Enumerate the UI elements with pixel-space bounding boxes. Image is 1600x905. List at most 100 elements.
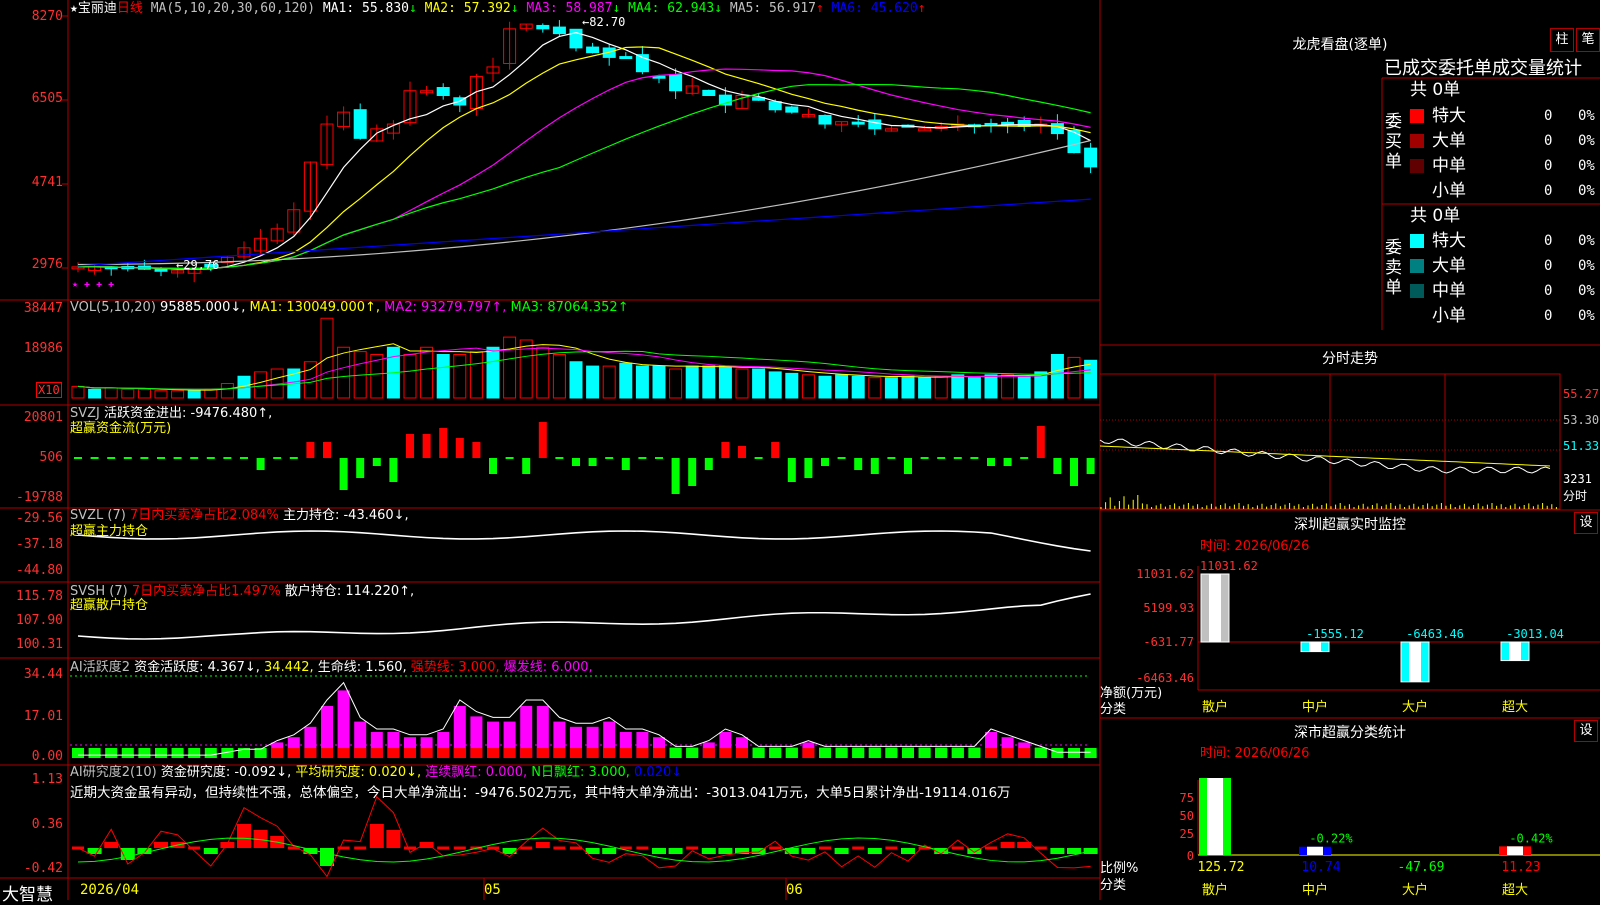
ai-active-base xyxy=(1001,748,1014,758)
ai1-hdr-item-2: 34.442, xyxy=(264,660,318,675)
ai-active-base xyxy=(619,748,632,758)
volume-bar xyxy=(884,377,898,399)
classify-bar-top: -0.42% xyxy=(1509,831,1553,845)
candle xyxy=(353,109,367,139)
svzj-bar xyxy=(339,458,348,490)
ma6-line xyxy=(77,198,1091,267)
ai-active-base xyxy=(603,748,616,758)
row-pct: 0% xyxy=(1578,133,1595,149)
classify-bar-highlight xyxy=(1307,846,1323,855)
classify-y-label: 0 xyxy=(1187,849,1194,863)
ai-summary-text: 近期大资金虽有异动，但持续性不强，总体偏空，今日大单净流出：-9476.502万… xyxy=(70,785,1011,801)
svzj-bar xyxy=(854,458,863,470)
vol-unit-badge[interactable]: X10 xyxy=(36,382,62,398)
svzl-hdr-item-2: 主力持仓: -43.460↓, xyxy=(282,508,409,523)
row-name: 大单 xyxy=(1432,256,1466,276)
volume-bar xyxy=(602,365,616,399)
research-bar xyxy=(320,848,334,866)
ai-active-base xyxy=(835,748,848,758)
ai-active-base xyxy=(387,748,400,758)
ai-active-base xyxy=(1034,748,1047,758)
research-bar xyxy=(104,842,119,848)
ai-active-base xyxy=(453,748,466,758)
brand-label: 大智慧 xyxy=(2,885,53,905)
svzj-header: SVZJ 活跃资金进出: -9476.480↑, xyxy=(70,406,272,422)
volume-bar xyxy=(901,375,915,399)
volume-bar xyxy=(453,354,467,399)
svzj-bar xyxy=(323,442,331,458)
row-count: 0 xyxy=(1544,308,1553,324)
candle xyxy=(586,46,600,54)
volume-bar xyxy=(121,388,135,399)
ai-active-base xyxy=(1084,748,1097,758)
svzj-bar xyxy=(1053,458,1062,474)
vol-hdr-item-1: 95885.000↓, xyxy=(160,300,250,315)
vol-hdr-item-3: MA2: 93279.797↑, xyxy=(384,300,511,315)
svzj-bar xyxy=(688,458,697,486)
monitor-y-label: -631.77 xyxy=(1143,635,1194,649)
ai-active-base xyxy=(819,748,831,758)
ai-active-base xyxy=(653,748,665,758)
svzj-y-label: 506 xyxy=(39,450,63,465)
monitor-bar-highlight xyxy=(1209,574,1221,642)
ai2-hdr-item-3: 连续飘红: 0.000, xyxy=(425,765,532,780)
row-count: 0 xyxy=(1544,183,1553,199)
intraday-y-label: 53.30 xyxy=(1563,413,1599,427)
bar-view-button[interactable]: 柱 xyxy=(1550,28,1574,52)
ai2-hdr-item-5: 0.020↓ xyxy=(634,765,683,780)
low-price-label: ←29.76 xyxy=(176,258,219,272)
main-y-label: 4741 xyxy=(31,175,63,190)
ai-active-base xyxy=(1051,748,1064,758)
candle xyxy=(768,101,782,111)
svzj-bar xyxy=(472,442,481,458)
volume-bar xyxy=(652,365,666,399)
volume-bar xyxy=(635,365,649,399)
ai-active-base xyxy=(636,748,649,758)
monitor-y-label: 11031.62 xyxy=(1136,567,1194,581)
svzl-y-label: -29.56 xyxy=(16,511,63,526)
svzj-bar xyxy=(721,442,730,458)
row-count: 0 xyxy=(1544,233,1553,249)
ai-active-base xyxy=(985,748,997,758)
ma-value-3: MA3: 58.987 xyxy=(518,1,613,16)
ai-active-base xyxy=(155,748,167,758)
ma3-line xyxy=(78,68,1091,270)
ai-active-y-label: 34.44 xyxy=(23,667,63,682)
sell-row-2: 中单 0 0% xyxy=(1410,279,1600,303)
sell-row-1: 大单 0 0% xyxy=(1410,254,1600,278)
ma-params: MA(5,10,20,30,60,120) xyxy=(150,1,316,16)
ai-active-base xyxy=(553,748,566,758)
tick-view-button[interactable]: 笔 xyxy=(1576,28,1600,52)
ai2-hdr-item-2: 平均研究度: 0.020↓, xyxy=(295,765,426,780)
period-label[interactable]: 日线 xyxy=(117,1,143,16)
ai-active-base xyxy=(702,748,715,758)
classify-settings-button[interactable]: 设 xyxy=(1574,720,1598,742)
row-name: 中单 xyxy=(1432,281,1466,301)
research-bar xyxy=(901,848,915,854)
row-name: 小单 xyxy=(1432,306,1466,326)
favorite-star-icon[interactable]: ★ xyxy=(70,1,78,16)
svzj-bar xyxy=(787,458,796,482)
svzj-bar xyxy=(455,438,464,458)
ma-arrow-6: ↑ xyxy=(917,1,926,16)
ai-active-base xyxy=(520,748,533,758)
ai-active-base xyxy=(902,748,914,758)
svzj-bar xyxy=(870,458,879,474)
ai-active-base xyxy=(204,748,217,758)
classify-bar-highlight xyxy=(1207,778,1223,855)
svzj-bar xyxy=(704,458,713,470)
candle xyxy=(918,128,932,132)
ai-active-base xyxy=(337,748,350,758)
svzj-bar xyxy=(422,434,431,458)
monitor-time: 时间: 2026/06/26 xyxy=(1200,539,1310,554)
row-name: 特大 xyxy=(1432,231,1466,251)
research-bar xyxy=(801,848,816,854)
monitor-settings-button[interactable]: 设 xyxy=(1574,512,1598,534)
legend-swatch xyxy=(1410,134,1424,148)
volume-bar xyxy=(503,336,517,399)
ai1-hdr-item-3: 生命线: 1.560, xyxy=(317,660,411,675)
row-pct: 0% xyxy=(1578,258,1595,274)
monitor-category: 中户 xyxy=(1302,699,1328,715)
classify-bar-highlight xyxy=(1507,846,1523,855)
volume-bar xyxy=(154,390,168,399)
